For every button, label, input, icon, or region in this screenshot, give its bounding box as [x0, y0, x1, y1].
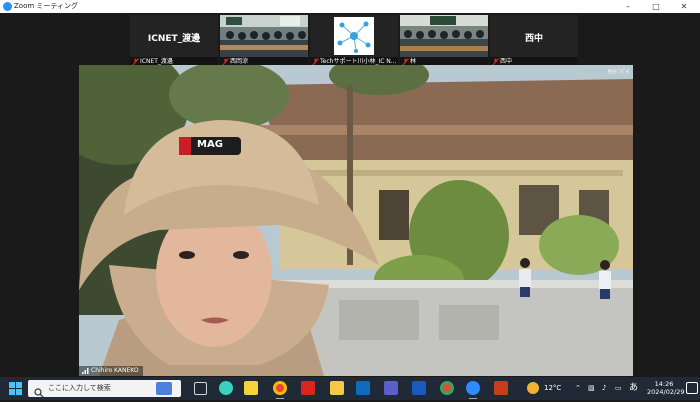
active-app-indicator [276, 398, 284, 399]
search-icon [34, 383, 44, 402]
teams-icon[interactable] [384, 381, 398, 395]
classroom-video [220, 15, 308, 57]
sticky-notes-icon[interactable] [244, 381, 258, 395]
signal-strength-icon [82, 368, 89, 376]
maximize-icon[interactable]: □ [645, 0, 667, 13]
zoom-app-icon [3, 2, 12, 11]
participant-gallery: ICNET_渡邊 ICNET_渡邊 西岡涼 Techサポート川小林_IC N..… [130, 15, 580, 67]
participant-tile[interactable]: 林 [400, 15, 488, 67]
speaker-name: Chihiro KANEKO [91, 367, 139, 374]
copilot-icon[interactable] [219, 381, 233, 395]
windows-start-icon[interactable] [9, 382, 22, 395]
classroom-video [400, 15, 488, 57]
chevron-up-icon[interactable]: ⌃ [575, 377, 581, 400]
participant-tile[interactable]: 西岡涼 [220, 15, 308, 67]
view-toggle-label[interactable]: ｻｲﾄﾞﾊﾞｲ [608, 67, 629, 76]
battery-icon[interactable]: ▭ [615, 377, 622, 400]
participant-tile[interactable]: Techサポート川小林_IC N... [310, 15, 398, 67]
window-titlebar: Zoom ミーティング – □ ✕ [0, 0, 700, 13]
taskbar-clock[interactable]: 14:26 2024/02/29 [647, 380, 685, 396]
weather-icon[interactable] [527, 382, 539, 394]
participant-tile[interactable]: 西中 西中 [490, 15, 578, 67]
clock-date: 2024/02/29 [647, 388, 685, 396]
outlook-icon[interactable] [356, 381, 370, 395]
window-title: Zoom ミーティング [14, 2, 78, 10]
active-speaker-video[interactable]: MAG ｻｲﾄﾞﾊﾞｲ Chihiro KANEKO [79, 65, 633, 376]
ime-indicator[interactable]: あ [629, 377, 638, 400]
weather-temperature[interactable]: 12°C [544, 377, 561, 400]
active-app-indicator [469, 398, 477, 399]
participant-display-name: 西中 [524, 34, 543, 44]
word-icon[interactable] [412, 381, 426, 395]
powerpoint-icon[interactable] [494, 381, 508, 395]
zoom-meeting-area: ICNET_渡邊 ICNET_渡邊 西岡涼 Techサポート川小林_IC N..… [0, 13, 700, 377]
network-logo-image [310, 15, 398, 57]
participant-tile[interactable]: ICNET_渡邊 ICNET_渡邊 [130, 15, 218, 67]
speaker-video-frame [79, 65, 633, 376]
chrome-icon[interactable] [273, 381, 287, 395]
clock-time: 14:26 [654, 380, 674, 388]
acrobat-icon[interactable] [301, 381, 315, 395]
notification-icon[interactable] [686, 382, 698, 394]
zoom-icon[interactable] [466, 381, 480, 395]
file-explorer-icon[interactable] [330, 381, 344, 395]
volume-icon[interactable]: ♪ [602, 377, 606, 400]
search-highlight-icon [156, 382, 172, 395]
chrome-icon[interactable] [440, 381, 454, 395]
speaker-name-tag: Chihiro KANEKO [79, 366, 143, 376]
taskbar-search-box[interactable]: ここに入力して検索 [28, 380, 181, 398]
network-icon[interactable]: ▧ [588, 377, 595, 400]
task-view-icon[interactable] [194, 382, 207, 395]
minimize-icon[interactable]: – [617, 0, 639, 13]
search-placeholder: ここに入力して検索 [48, 384, 111, 392]
hat-logo-text: MAG [197, 139, 223, 150]
close-icon[interactable]: ✕ [673, 0, 695, 13]
participant-display-name: ICNET_渡邊 [147, 34, 201, 44]
windows-taskbar: ここに入力して検索 12°C ⌃ ▧ ♪ ▭ あ 14:26 2024/02/2… [0, 377, 700, 400]
